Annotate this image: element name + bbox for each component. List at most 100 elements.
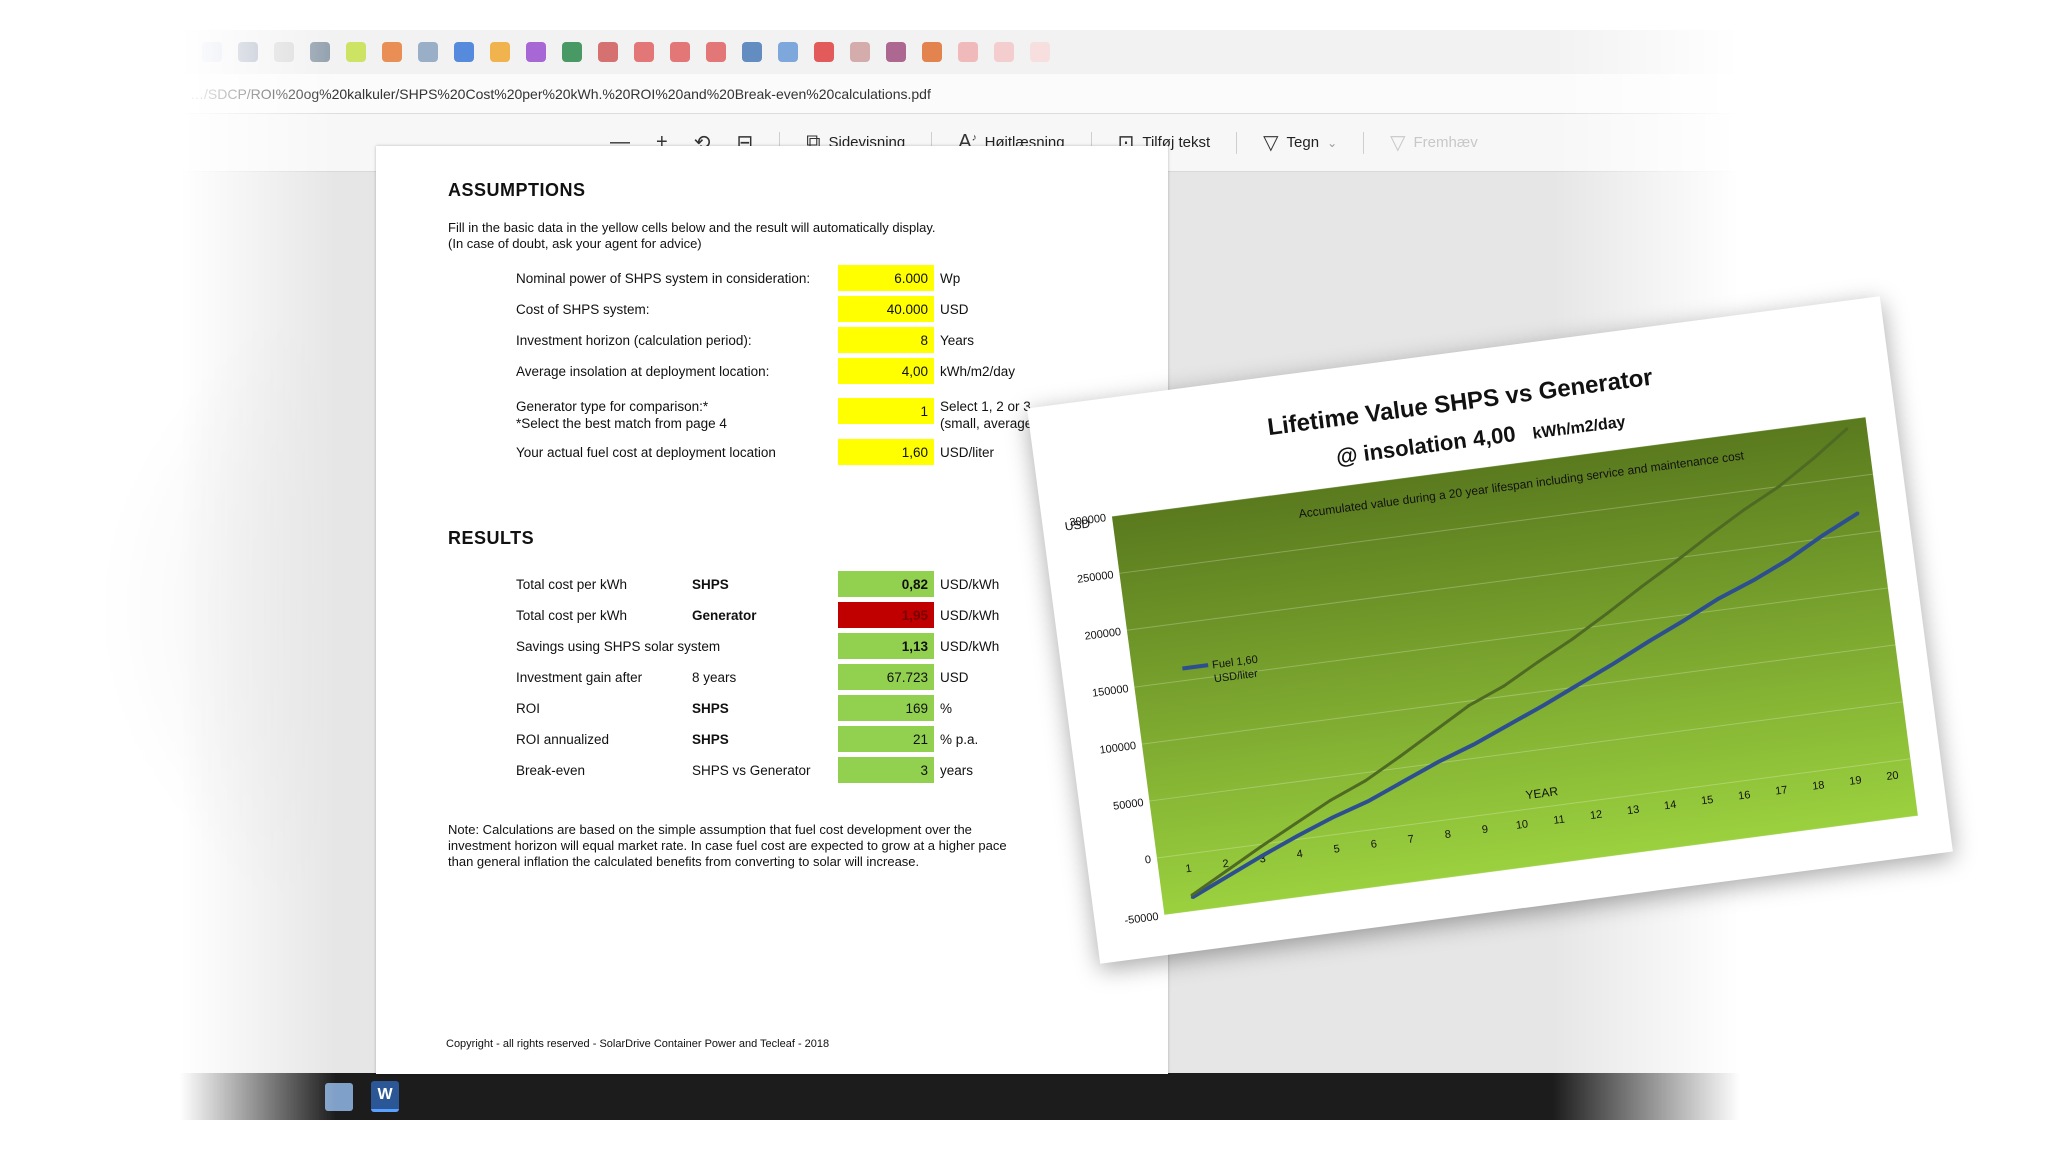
result-value: 169 [838, 695, 934, 721]
assumption-input[interactable]: 4,00 [838, 358, 934, 384]
note-line: investment horizon will equal market rat… [448, 838, 1007, 853]
generator-type-input[interactable]: 1 [838, 398, 934, 424]
y-tick-label: 0 [1144, 854, 1152, 867]
generator-label: Generator type for comparison:* *Select … [516, 398, 838, 432]
result-mid: Generator [692, 607, 757, 623]
assumption-row: Average insolation at deployment locatio… [516, 358, 1176, 384]
result-value: 3 [838, 757, 934, 783]
draw-icon: ▽ [1263, 132, 1279, 154]
highlight-button[interactable]: ▽ Fremhæv [1390, 130, 1478, 155]
result-label: Investment gain after [516, 669, 643, 685]
result-unit: USD/kWh [940, 576, 1000, 592]
chart-title-value: 4,00 [1471, 421, 1517, 451]
bookmark-icon[interactable] [418, 42, 438, 62]
result-unit: USD [940, 669, 969, 685]
bookmark-icon[interactable] [850, 42, 870, 62]
bookmark-icon[interactable] [202, 42, 222, 62]
bookmark-icon[interactable] [922, 42, 942, 62]
intro-line: Fill in the basic data in the yellow cel… [448, 220, 936, 235]
draw-button[interactable]: ▽ Tegn ⌄ [1263, 130, 1337, 155]
y-tick-label: 250000 [1076, 569, 1114, 586]
assumption-unit: kWh/m2/day [940, 363, 1016, 379]
x-tick-label: 17 [1775, 784, 1789, 797]
result-label: Savings using SHPS solar system [516, 638, 721, 654]
lifetime-value-chart: Lifetime Value SHPS vs Generator @ insol… [1064, 364, 1918, 927]
result-mid: 8 years [692, 669, 737, 685]
assumption-input[interactable]: 40.000 [838, 296, 934, 322]
intro-text: Fill in the basic data in the yellow cel… [448, 220, 1048, 252]
file-explorer-icon[interactable] [325, 1082, 353, 1111]
fuel-unit: USD/liter [940, 444, 995, 460]
calculation-note: Note: Calculations are based on the simp… [448, 822, 1058, 870]
generator-label-line: Generator type for comparison:* [516, 399, 709, 414]
address-bar[interactable]: …/SDCP/ROI%20og%20kalkuler/SHPS%20Cost%2… [180, 74, 1740, 114]
word-app-icon[interactable]: W [371, 1081, 399, 1112]
bookmark-icon[interactable] [994, 42, 1014, 62]
result-value: 0,82 [838, 571, 934, 597]
assumption-unit: Wp [940, 270, 961, 286]
pdf-page: ASSUMPTIONS Fill in the basic data in th… [376, 146, 1168, 1074]
taskbar: W [180, 1073, 1740, 1120]
bookmark-icon[interactable] [958, 42, 978, 62]
result-mid: SHPS [692, 731, 729, 747]
bookmark-icon[interactable] [886, 42, 906, 62]
assumptions-title: ASSUMPTIONS [448, 180, 586, 200]
result-unit: % [940, 700, 953, 716]
assumption-label: Investment horizon (calculation period): [516, 332, 752, 348]
result-mid: SHPS [692, 700, 729, 716]
result-unit: USD/kWh [940, 607, 1000, 623]
highlight-icon: ▽ [1390, 132, 1406, 154]
chart-card: Lifetime Value SHPS vs Generator @ insol… [1027, 296, 1953, 964]
bookmark-icon[interactable] [598, 42, 618, 62]
x-tick-label: 19 [1849, 774, 1863, 787]
y-tick-label: 150000 [1091, 683, 1129, 700]
result-label: ROI annualized [516, 731, 610, 747]
bookmark-icon[interactable] [526, 42, 546, 62]
highlight-label: Fremhæv [1413, 134, 1478, 151]
result-value: 67.723 [838, 664, 934, 690]
bookmark-icon[interactable] [814, 42, 834, 62]
address-text[interactable]: …/SDCP/ROI%20og%20kalkuler/SHPS%20Cost%2… [190, 86, 931, 102]
result-unit: % p.a. [940, 731, 979, 747]
bookmark-icon[interactable] [310, 42, 330, 62]
toolbar-divider [1363, 131, 1365, 154]
copyright-text: Copyright - all rights reserved - SolarD… [446, 1038, 830, 1050]
bookmark-icon[interactable] [670, 42, 690, 62]
result-label: Total cost per kWh [516, 607, 628, 623]
assumption-label: Cost of SHPS system: [516, 301, 650, 317]
bookmark-icon[interactable] [706, 42, 726, 62]
y-tick-label: 200000 [1084, 626, 1122, 643]
plot-area: -50000 0 50000 100000 150000 200000 250000 3000… [1069, 416, 1918, 927]
chart-title-unit: kWh/m2/day [1532, 414, 1627, 443]
bookmark-icon[interactable] [238, 42, 258, 62]
assumption-input[interactable]: 6.000 [838, 265, 934, 291]
bookmark-icon[interactable] [274, 42, 294, 62]
assumption-input[interactable]: 8 [838, 327, 934, 353]
x-tick-label: 12 [1589, 809, 1603, 822]
bookmark-icon[interactable] [778, 42, 798, 62]
bookmark-icon[interactable] [346, 42, 366, 62]
chevron-down-icon[interactable]: ⌄ [1327, 136, 1337, 150]
y-tick-label: -50000 [1124, 911, 1160, 927]
result-value: 21 [838, 726, 934, 752]
assumption-label: Nominal power of SHPS system in consider… [516, 270, 811, 286]
chart-title-insolation: @ insolation [1334, 428, 1468, 470]
result-label: ROI [516, 700, 541, 716]
bookmark-icon[interactable] [742, 42, 762, 62]
fuel-label: Your actual fuel cost at deployment loca… [516, 444, 776, 460]
bookmarks-bar [180, 30, 1740, 74]
assumption-row: Nominal power of SHPS system in consider… [516, 265, 1176, 291]
bookmark-icon[interactable] [1030, 42, 1050, 62]
toolbar-divider [1236, 131, 1238, 154]
bookmark-icon[interactable] [562, 42, 582, 62]
x-tick-label: 15 [1700, 794, 1714, 807]
x-tick-label: 13 [1626, 804, 1640, 817]
fuel-cost-input[interactable]: 1,60 [838, 439, 934, 465]
result-unit: USD/kWh [940, 638, 1000, 654]
bookmark-icon[interactable] [634, 42, 654, 62]
bookmark-icon[interactable] [490, 42, 510, 62]
x-tick-label: 14 [1663, 799, 1677, 812]
generator-hint: *Select the best match from page 4 [516, 416, 727, 431]
bookmark-icon[interactable] [454, 42, 474, 62]
bookmark-icon[interactable] [382, 42, 402, 62]
